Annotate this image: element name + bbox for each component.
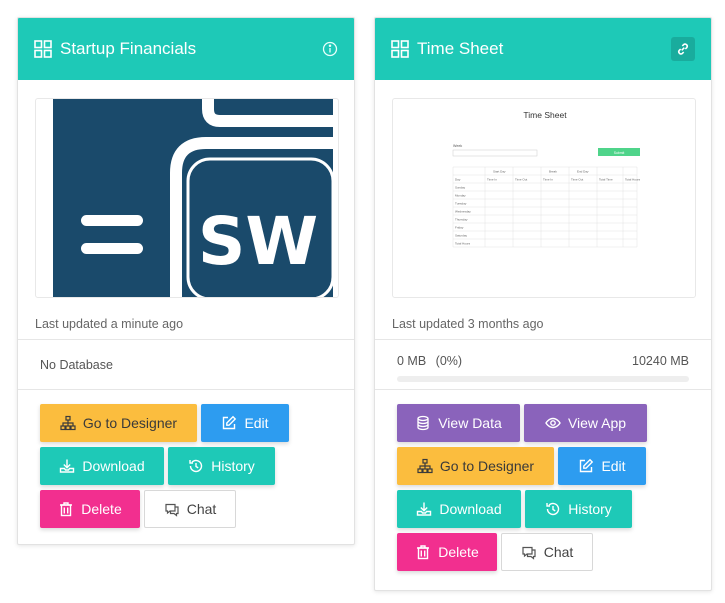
download-button[interactable]: Download [397,490,521,528]
svg-text:Time Out: Time Out [571,178,583,182]
action-buttons: Go to Designer Edit Download History Del… [18,389,354,528]
storage-used: 0 MB [397,354,427,368]
trash-icon [60,502,73,517]
trash-icon [417,545,430,560]
grid-icon [34,40,52,58]
timesheet-preview: Time Sheet Week Submit Start Day Break End… [452,110,641,248]
sitemap-icon [60,415,76,431]
sitemap-icon [417,458,433,474]
chat-icon [165,503,179,517]
database-status: No Database [18,339,354,389]
logo-text: SW [198,203,318,280]
svg-text:Break: Break [549,170,557,174]
svg-text:Week: Week [453,144,462,148]
delete-button[interactable]: Delete [397,533,497,571]
chat-icon [522,546,536,560]
svg-text:Time Out: Time Out [515,178,527,182]
history-button[interactable]: History [168,447,275,485]
info-icon[interactable] [322,41,338,57]
svg-text:Saturday: Saturday [455,234,468,238]
svg-text:Total Hours: Total Hours [455,242,471,246]
history-icon [546,502,560,516]
grid-icon [391,40,409,58]
svg-text:Friday: Friday [455,226,464,230]
history-icon [189,459,203,473]
app-thumbnail[interactable]: SW [35,98,339,298]
go-to-designer-button[interactable]: Go to Designer [397,447,554,485]
view-data-button[interactable]: View Data [397,404,520,442]
eye-icon [545,417,561,429]
card-title[interactable]: Startup Financials [60,39,322,59]
svg-text:Submit: Submit [614,151,625,155]
chat-button[interactable]: Chat [501,533,593,571]
share-link-button[interactable] [671,37,695,61]
view-app-button[interactable]: View App [524,404,647,442]
database-label: No Database [40,357,113,372]
history-button[interactable]: History [525,490,632,528]
svg-text:Thursday: Thursday [455,218,468,222]
storage-progress-bar [397,376,689,382]
svg-text:Time In: Time In [487,178,497,182]
svg-text:Monday: Monday [455,194,466,198]
app-card-time-sheet: Time Sheet Time Sheet Week Submit Start … [374,17,712,591]
last-updated: Last updated 3 months ago [392,317,544,331]
card-header: Time Sheet [375,18,711,80]
svg-text:Total Hours: Total Hours [625,178,641,182]
storage-usage: 0 MB (0%) 10240 MB [375,339,711,389]
link-icon [678,43,688,55]
app-thumbnail[interactable]: Time Sheet Week Submit Start Day Break End… [392,98,696,298]
svg-text:Sunday: Sunday [455,186,466,190]
chat-button[interactable]: Chat [144,490,236,528]
svg-text:Tuesday: Tuesday [455,202,467,206]
svg-text:Start Day: Start Day [493,170,506,174]
svg-text:Time In: Time In [543,178,553,182]
svg-text:Time Sheet: Time Sheet [523,110,567,120]
storage-total: 10240 MB [632,354,689,368]
action-buttons: View Data View App Go to Designer Edit D… [375,389,711,571]
go-to-designer-button[interactable]: Go to Designer [40,404,197,442]
svg-text:Wednesday: Wednesday [455,210,471,214]
download-button[interactable]: Download [40,447,164,485]
delete-button[interactable]: Delete [40,490,140,528]
card-header: Startup Financials [18,18,354,80]
edit-icon [223,415,237,430]
svg-text:Day: Day [455,178,461,182]
download-icon [60,459,75,473]
card-title[interactable]: Time Sheet [417,39,671,59]
storage-percent: (0%) [435,354,463,368]
download-icon [417,502,432,516]
sw-logo-icon: SW [53,99,338,297]
edit-icon [580,458,594,473]
svg-text:End Day: End Day [577,170,589,174]
app-card-startup-financials: Startup Financials SW Last updated a min… [17,17,355,545]
edit-button[interactable]: Edit [558,447,646,485]
database-icon [417,415,429,431]
last-updated: Last updated a minute ago [35,317,184,331]
svg-text:Total Time: Total Time [599,178,613,182]
edit-button[interactable]: Edit [201,404,289,442]
